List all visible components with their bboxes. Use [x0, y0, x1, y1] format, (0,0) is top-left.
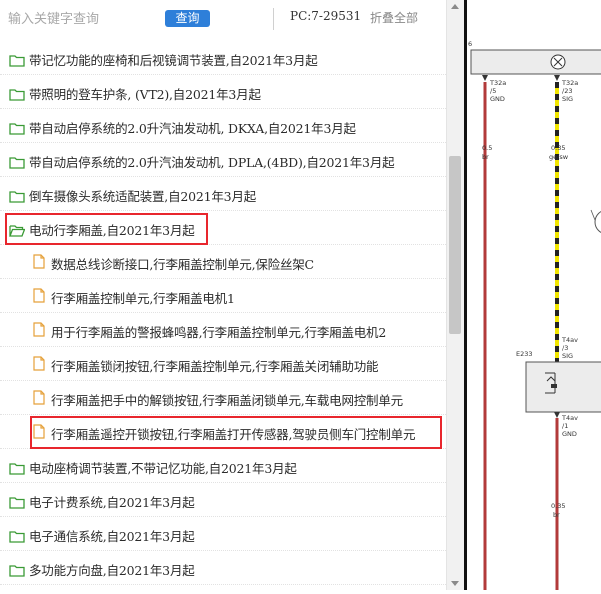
diagram-corner-label: 6 — [468, 40, 472, 48]
wire-left-size: 0.5 — [482, 144, 492, 152]
tree-item-label: 行李厢盖锁闭按钮,行李厢盖控制单元,行李厢盖关闭辅助功能 — [51, 359, 379, 374]
tree-item-folder[interactable]: 倒车摄像头系统适配装置,自2021年3月起 — [0, 177, 446, 211]
tree-item-folder[interactable]: 电动行李厢盖,自2021年3月起 — [0, 211, 446, 245]
tree-item-label: 多功能方向盘,自2021年3月起 — [29, 563, 195, 578]
folder-icon — [9, 188, 25, 207]
tree-item-label: 带自动启停系统的2.0升汽油发动机, DPLA,(4BD),自2021年3月起 — [29, 155, 395, 170]
wire-right-size: 0.35 — [551, 144, 565, 152]
tree-item-label: 倒车摄像头系统适配装置,自2021年3月起 — [29, 189, 257, 204]
pin-right-signal: SIG — [562, 95, 573, 103]
comp-bottom-connector: T4av — [561, 414, 578, 422]
comp-bottom-pin: /1 — [562, 422, 568, 430]
comp-top-signal: SIG — [562, 352, 573, 360]
pin-right-number: /23 — [562, 87, 572, 95]
document-icon — [33, 424, 45, 443]
document-icon — [33, 288, 45, 307]
document-tree: 带记忆功能的座椅和后视镜调节装置,自2021年3月起 带照明的登车护条, (VT2… — [0, 41, 446, 585]
toolbar: 查询 PC:7-29531 折叠全部 — [0, 0, 446, 36]
folder-icon — [9, 460, 25, 479]
folder-icon — [9, 120, 25, 139]
tree-item-folder[interactable]: 电动座椅调节装置,不带记忆功能,自2021年3月起 — [0, 449, 446, 483]
wiring-diagram-svg: 6 T32a /5 GND T32a /23 SIG 0.5 br 0.35 g… — [468, 40, 601, 590]
scrollbar-thumb[interactable] — [449, 156, 461, 334]
document-icon — [33, 390, 45, 409]
tree-item-label: 行李厢盖遥控开锁按钮,行李厢盖打开传感器,驾驶员侧车门控制单元 — [51, 427, 416, 442]
tree-item-folder[interactable]: 带照明的登车护条, (VT2),自2021年3月起 — [0, 75, 446, 109]
tree-item-folder[interactable]: 带自动启停系统的2.0升汽油发动机, DKXA,自2021年3月起 — [0, 109, 446, 143]
wiring-diagram: 6 T32a /5 GND T32a /23 SIG 0.5 br 0.35 g… — [467, 0, 601, 590]
toolbar-divider — [273, 8, 274, 30]
comp-bottom-signal: GND — [562, 430, 577, 438]
component-label: E233 — [516, 350, 533, 358]
folder-icon — [9, 528, 25, 547]
tree-item-label: 带自动启停系统的2.0升汽油发动机, DKXA,自2021年3月起 — [29, 121, 356, 136]
tree-item-folder[interactable]: 多功能方向盘,自2021年3月起 — [0, 551, 446, 585]
folder-icon — [9, 494, 25, 513]
comp-top-connector: T4av — [561, 336, 578, 344]
pin-left-number: /5 — [490, 87, 496, 95]
wire-left-color: br — [482, 153, 489, 161]
tree-item-label: 用于行李厢盖的警报蜂鸣器,行李厢盖控制单元,行李厢盖电机2 — [51, 325, 387, 340]
tree-item-document[interactable]: 数据总线诊断接口,行李厢盖控制单元,保险丝架C — [0, 245, 446, 279]
pin-arrow-icon — [482, 75, 488, 81]
document-icon — [33, 356, 45, 375]
connector-circle — [594, 211, 601, 233]
search-input[interactable] — [8, 9, 158, 29]
tree-item-folder[interactable]: 带自动启停系统的2.0升汽油发动机, DPLA,(4BD),自2021年3月起 — [0, 143, 446, 177]
tree-item-label: 电子通信系统,自2021年3月起 — [29, 529, 195, 544]
tree-item-label: 行李厢盖把手中的解锁按钮,行李厢盖闭锁单元,车载电网控制单元 — [51, 393, 403, 408]
scroll-up-arrow-icon[interactable] — [451, 4, 459, 9]
tree-item-label: 行李厢盖控制单元,行李厢盖电机1 — [51, 291, 235, 306]
tree-panel: 查询 PC:7-29531 折叠全部 带记忆功能的座椅和后视镜调节装置,自202… — [0, 0, 446, 590]
tree-item-label: 电子计费系统,自2021年3月起 — [29, 495, 195, 510]
wire-bottom-color: br — [553, 511, 560, 519]
folder-icon — [9, 562, 25, 581]
tree-item-label: 电动座椅调节装置,不带记忆功能,自2021年3月起 — [29, 461, 297, 476]
tree-item-label: 数据总线诊断接口,行李厢盖控制单元,保险丝架C — [51, 257, 314, 272]
component-box — [525, 361, 601, 413]
pc-code-label: PC:7-29531 — [290, 9, 362, 23]
pin-arrow-icon — [554, 75, 560, 81]
collapse-all-button[interactable]: 折叠全部 — [370, 9, 418, 26]
tree-item-document[interactable]: 行李厢盖锁闭按钮,行李厢盖控制单元,行李厢盖关闭辅助功能 — [0, 347, 446, 381]
scroll-down-arrow-icon[interactable] — [451, 581, 459, 586]
pin-right-connector: T32a — [561, 79, 578, 87]
pin-left-signal: GND — [490, 95, 505, 103]
wire-right-color: ge/sw — [549, 153, 569, 161]
tree-item-document[interactable]: 用于行李厢盖的警报蜂鸣器,行李厢盖控制单元,行李厢盖电机2 — [0, 313, 446, 347]
comp-top-pin: /3 — [562, 344, 568, 352]
folder-open-icon — [9, 222, 26, 241]
tree-item-label: 带记忆功能的座椅和后视镜调节装置,自2021年3月起 — [29, 53, 318, 68]
folder-icon — [9, 154, 25, 173]
tree-scrollbar[interactable] — [446, 0, 464, 590]
wire-bottom-size: 0.35 — [551, 502, 565, 510]
folder-icon — [9, 86, 25, 105]
tree-item-folder[interactable]: 带记忆功能的座椅和后视镜调节装置,自2021年3月起 — [0, 41, 446, 75]
tree-item-document[interactable]: 行李厢盖把手中的解锁按钮,行李厢盖闭锁单元,车载电网控制单元 — [0, 381, 446, 415]
tree-item-document[interactable]: 行李厢盖遥控开锁按钮,行李厢盖打开传感器,驾驶员侧车门控制单元 — [0, 415, 446, 449]
tree-item-label: 电动行李厢盖,自2021年3月起 — [29, 223, 195, 238]
query-button[interactable]: 查询 — [165, 10, 210, 27]
pin-arrow-icon — [554, 412, 560, 418]
document-icon — [33, 322, 45, 341]
tree-item-folder[interactable]: 电子通信系统,自2021年3月起 — [0, 517, 446, 551]
folder-icon — [9, 52, 25, 71]
tree-item-folder[interactable]: 电子计费系统,自2021年3月起 — [0, 483, 446, 517]
control-unit-box — [470, 49, 601, 75]
document-icon — [33, 254, 45, 273]
pin-left-connector: T32a — [489, 79, 506, 87]
tree-item-document[interactable]: 行李厢盖控制单元,行李厢盖电机1 — [0, 279, 446, 313]
tree-item-label: 带照明的登车护条, (VT2),自2021年3月起 — [29, 87, 261, 102]
